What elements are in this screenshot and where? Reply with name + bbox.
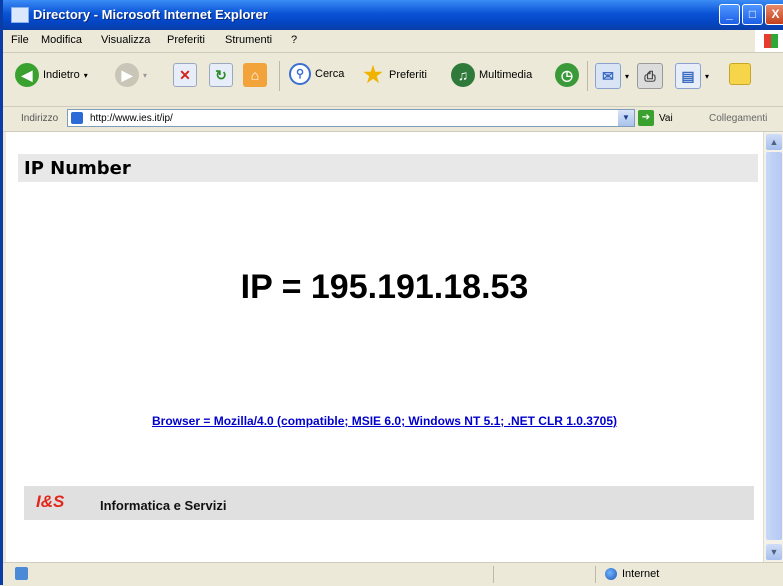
search-icon: ⚲ <box>289 63 311 85</box>
status-divider <box>595 566 596 583</box>
scroll-down-icon[interactable]: ▼ <box>766 544 782 560</box>
edit-dropdown-icon: ▾ <box>705 71 710 81</box>
mail-dropdown-icon: ▾ <box>625 71 630 81</box>
address-label: Indirizzo <box>21 113 59 124</box>
ie-app-icon <box>11 7 29 23</box>
address-dropdown-icon[interactable]: ▼ <box>618 110 634 126</box>
multimedia-icon: ♫ <box>451 63 475 87</box>
page-status-icon <box>15 567 28 580</box>
menu-file[interactable]: File <box>11 34 29 46</box>
back-button[interactable]: ◀ Indietro ▾ <box>15 63 88 87</box>
footer-bar: I&S Informatica e Servizi <box>24 486 754 520</box>
stop-button[interactable]: ✕ <box>173 63 197 87</box>
address-input[interactable]: http://www.ies.it/ip/ ▼ <box>67 109 635 127</box>
multimedia-label: Multimedia <box>479 69 533 81</box>
mail-icon: ✉ <box>595 63 621 89</box>
forward-dropdown-icon: ▾ <box>143 70 148 80</box>
search-label: Cerca <box>315 68 345 80</box>
favorites-button[interactable]: ★ Preferiti <box>361 63 427 87</box>
go-button[interactable]: Vai <box>659 113 673 124</box>
scroll-thumb[interactable] <box>766 152 782 540</box>
toolbar-separator <box>279 61 280 91</box>
folder-icon <box>729 63 751 85</box>
printer-icon: ⎙ <box>637 63 663 89</box>
home-icon: ⌂ <box>243 63 267 87</box>
edit-button[interactable]: ▤ ▾ <box>675 63 709 89</box>
zone-label: Internet <box>622 568 660 580</box>
close-button[interactable]: X <box>765 4 783 25</box>
home-button[interactable]: ⌂ <box>243 63 267 87</box>
mail-button[interactable]: ✉ ▾ <box>595 63 629 89</box>
forward-arrow-icon: ▶ <box>115 63 139 87</box>
ip-address-text: IP = 195.191.18.53 <box>240 268 529 306</box>
star-icon: ★ <box>363 62 383 87</box>
browser-window: Directory - Microsoft Internet Explorer … <box>0 0 783 586</box>
refresh-button[interactable]: ↻ <box>209 63 233 87</box>
back-dropdown-icon: ▾ <box>83 70 88 80</box>
print-button[interactable]: ⎙ <box>637 63 663 89</box>
windows-logo-icon <box>755 30 783 52</box>
address-url: http://www.ies.it/ip/ <box>90 113 173 124</box>
browser-info-link[interactable]: Browser = Mozilla/4.0 (compatible; MSIE … <box>6 414 763 428</box>
history-button[interactable]: ◷ <box>555 63 579 87</box>
menu-visualizza[interactable]: Visualizza <box>101 34 150 46</box>
heading-bar: IP Number <box>18 154 758 182</box>
company-name: Informatica e Servizi <box>100 498 227 513</box>
links-button[interactable]: Collegamenti <box>709 113 767 124</box>
menu-modifica[interactable]: Modifica <box>41 34 82 46</box>
menu-help[interactable]: ? <box>291 34 297 46</box>
address-bar: Indirizzo http://www.ies.it/ip/ ▼ ➔ Vai … <box>3 107 783 132</box>
back-label: Indietro <box>43 69 80 81</box>
maximize-button[interactable]: □ <box>742 4 763 25</box>
menu-bar: File Modifica Visualizza Preferiti Strum… <box>3 30 783 53</box>
back-arrow-icon: ◀ <box>15 63 39 87</box>
go-arrow-icon[interactable]: ➔ <box>638 110 654 126</box>
multimedia-button[interactable]: ♫ Multimedia <box>451 63 532 87</box>
stop-icon: ✕ <box>173 63 197 87</box>
security-zone: Internet <box>605 568 659 580</box>
scroll-up-icon[interactable]: ▲ <box>766 134 782 150</box>
page-content: IP Number IP = 195.191.18.53 Browser = M… <box>6 132 763 562</box>
status-bar: Internet <box>3 562 783 586</box>
favorites-label: Preferiti <box>389 69 427 81</box>
toolbar-separator <box>587 61 588 91</box>
forward-button[interactable]: ▶ ▾ <box>115 63 147 87</box>
refresh-icon: ↻ <box>209 63 233 87</box>
vertical-scrollbar[interactable]: ▲ ▼ <box>763 132 783 562</box>
menu-preferiti[interactable]: Preferiti <box>167 34 205 46</box>
search-button[interactable]: ⚲ Cerca <box>289 63 344 85</box>
history-icon: ◷ <box>555 63 579 87</box>
title-bar[interactable]: Directory - Microsoft Internet Explorer … <box>3 0 783 30</box>
menu-strumenti[interactable]: Strumenti <box>225 34 272 46</box>
page-icon <box>71 112 83 124</box>
globe-icon <box>605 568 617 580</box>
status-divider <box>493 566 494 583</box>
ies-logo: I&S <box>36 492 65 511</box>
window-title: Directory - Microsoft Internet Explorer <box>33 7 268 22</box>
minimize-button[interactable]: _ <box>719 4 740 25</box>
edit-page-icon: ▤ <box>675 63 701 89</box>
messenger-button[interactable] <box>729 63 751 85</box>
page-heading: IP Number <box>24 158 131 179</box>
toolbar: ◀ Indietro ▾ ▶ ▾ ✕ ↻ ⌂ ⚲ Cerca ★ Preferi… <box>3 53 783 107</box>
